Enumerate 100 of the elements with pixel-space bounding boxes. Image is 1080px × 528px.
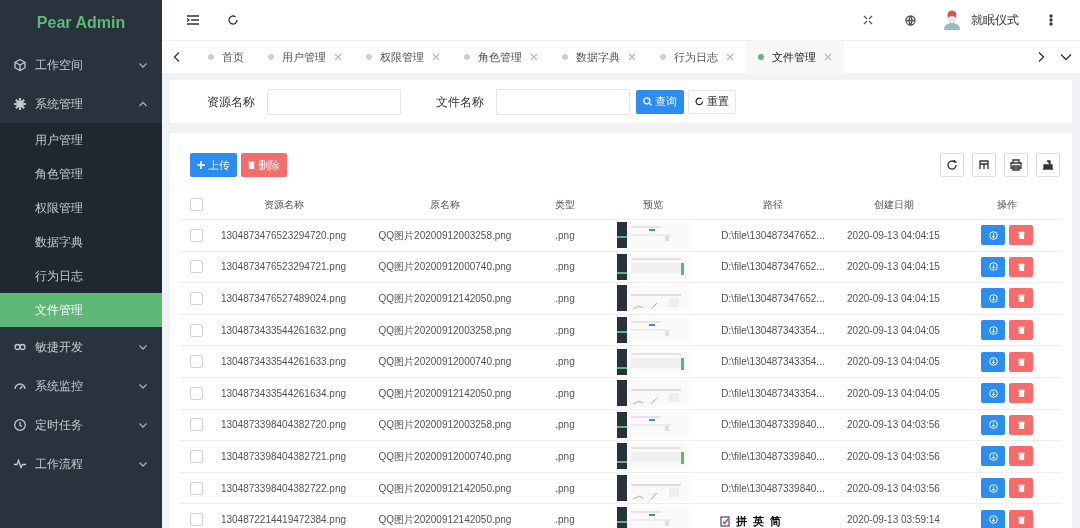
download-button[interactable]: [981, 351, 1005, 372]
download-button[interactable]: [981, 256, 1005, 277]
table-cell-text: 1304873433544261632.png: [219, 323, 348, 338]
row-checkbox[interactable]: [189, 228, 203, 242]
table-cell-text: QQ图片20200912003258.png: [377, 323, 513, 338]
submenu-item[interactable]: 权限管理: [0, 191, 162, 225]
dropdown-icon[interactable]: [1060, 52, 1072, 62]
tab[interactable]: 行为日志: [648, 40, 746, 74]
row-checkbox[interactable]: [189, 481, 203, 495]
ime-button[interactable]: 拼: [736, 512, 747, 528]
table-cell-text: .png: [554, 292, 576, 306]
column-header: 原名称: [429, 197, 461, 212]
row-checkbox[interactable]: [189, 418, 203, 432]
download-button[interactable]: [981, 225, 1005, 246]
print-button[interactable]: [1004, 153, 1028, 177]
menu-item[interactable]: 工作流程: [0, 444, 162, 483]
download-button[interactable]: [981, 509, 1005, 528]
download-icon: [988, 357, 998, 367]
menu-item[interactable]: 系统管理: [0, 84, 162, 123]
more-icon[interactable]: [1049, 14, 1053, 26]
input-field[interactable]: [496, 88, 630, 115]
download-button[interactable]: [981, 320, 1005, 341]
menu-icon[interactable]: [186, 13, 200, 27]
next-tab-icon[interactable]: [1036, 51, 1046, 63]
download-button[interactable]: [981, 414, 1005, 435]
table-cell-text: .png: [554, 418, 576, 433]
close-icon[interactable]: [628, 53, 636, 61]
table-cell-text: QQ图片20200912003258.png: [377, 228, 513, 243]
delete-button[interactable]: [1009, 288, 1033, 309]
submenu-item[interactable]: 行为日志: [0, 259, 162, 293]
close-icon[interactable]: [334, 53, 342, 61]
row-checkbox[interactable]: [189, 292, 203, 305]
delete-button[interactable]: [1009, 383, 1033, 404]
tab[interactable]: 文件管理: [746, 40, 844, 74]
delete-button[interactable]: [1009, 351, 1033, 372]
table-cell-text: 2020-09-13 04:03:56: [846, 449, 941, 464]
download-icon: [988, 294, 998, 303]
submenu-item[interactable]: 数据字典: [0, 225, 162, 259]
tab[interactable]: 首页: [196, 40, 256, 74]
trash-icon: [1017, 452, 1025, 461]
tab[interactable]: 用户管理: [256, 40, 354, 74]
table-cell-text: 1304873476523294720.png: [219, 228, 348, 243]
row-checkbox[interactable]: [189, 386, 203, 400]
fullscreen-icon[interactable]: [863, 15, 873, 25]
row-checkbox[interactable]: [189, 355, 203, 369]
close-icon[interactable]: [530, 53, 538, 61]
delete-button[interactable]: [1009, 446, 1033, 467]
close-icon[interactable]: [726, 53, 734, 61]
menu-item[interactable]: 工作空间: [0, 45, 162, 84]
menu-item[interactable]: 定时任务: [0, 405, 162, 444]
cube-icon: [13, 57, 27, 72]
tab[interactable]: 数据字典: [550, 40, 648, 74]
table-cell-text: QQ图片20200912000740.png: [377, 355, 513, 370]
delete-button[interactable]: [1009, 256, 1033, 277]
submenu-item[interactable]: 用户管理: [0, 123, 162, 157]
refresh-icon[interactable]: [227, 14, 239, 26]
export-button[interactable]: [1036, 153, 1060, 177]
globe-icon[interactable]: [905, 14, 916, 26]
delete-button[interactable]: [1009, 509, 1033, 528]
delete-button[interactable]: [1009, 478, 1033, 499]
ime-button[interactable]: 英: [753, 512, 764, 528]
field-label: 文件名称: [436, 93, 484, 111]
close-icon[interactable]: [824, 53, 832, 61]
trash-icon: [1017, 484, 1025, 493]
row-checkbox[interactable]: [189, 513, 203, 527]
refresh-icon: [695, 97, 704, 106]
table-cell: D:\file\130487343354...: [721, 356, 825, 368]
input-field[interactable]: [267, 88, 401, 115]
download-button[interactable]: [981, 383, 1005, 404]
refresh-button[interactable]: [940, 153, 964, 177]
trash-icon: [1017, 326, 1025, 335]
table-cell-text: .png: [554, 228, 576, 243]
submenu-item[interactable]: 角色管理: [0, 157, 162, 191]
tab[interactable]: 角色管理: [452, 40, 550, 74]
previous-tab-icon[interactable]: [172, 51, 182, 63]
column-header: 资源名称: [262, 197, 305, 212]
menu-item[interactable]: 系统监控: [0, 366, 162, 405]
row-checkbox[interactable]: [189, 260, 203, 274]
menu-item[interactable]: 敏捷开发: [0, 327, 162, 366]
column-header: 路径: [762, 197, 784, 212]
download-icon: [988, 388, 998, 398]
delete-button[interactable]: [1009, 225, 1033, 246]
avatar[interactable]: [942, 9, 962, 31]
table-cell-text: QQ图片20200912000740.png: [377, 260, 513, 275]
user-name[interactable]: 就眠仪式: [971, 11, 1019, 29]
download-button[interactable]: [981, 288, 1005, 309]
columns-button[interactable]: [972, 153, 996, 177]
close-icon[interactable]: [432, 53, 440, 61]
trash-icon: [1017, 357, 1025, 366]
table-cell-text: .png: [554, 513, 576, 528]
download-button[interactable]: [981, 446, 1005, 467]
download-button[interactable]: [981, 478, 1005, 499]
tab[interactable]: 权限管理: [354, 40, 452, 74]
delete-button[interactable]: [1009, 320, 1033, 341]
row-checkbox[interactable]: [189, 449, 203, 463]
ime-button[interactable]: 简: [770, 512, 781, 528]
delete-button[interactable]: [1009, 414, 1033, 435]
row-checkbox[interactable]: [189, 197, 203, 211]
row-checkbox[interactable]: [189, 323, 203, 337]
reset-button[interactable]: 重置: [688, 89, 736, 114]
